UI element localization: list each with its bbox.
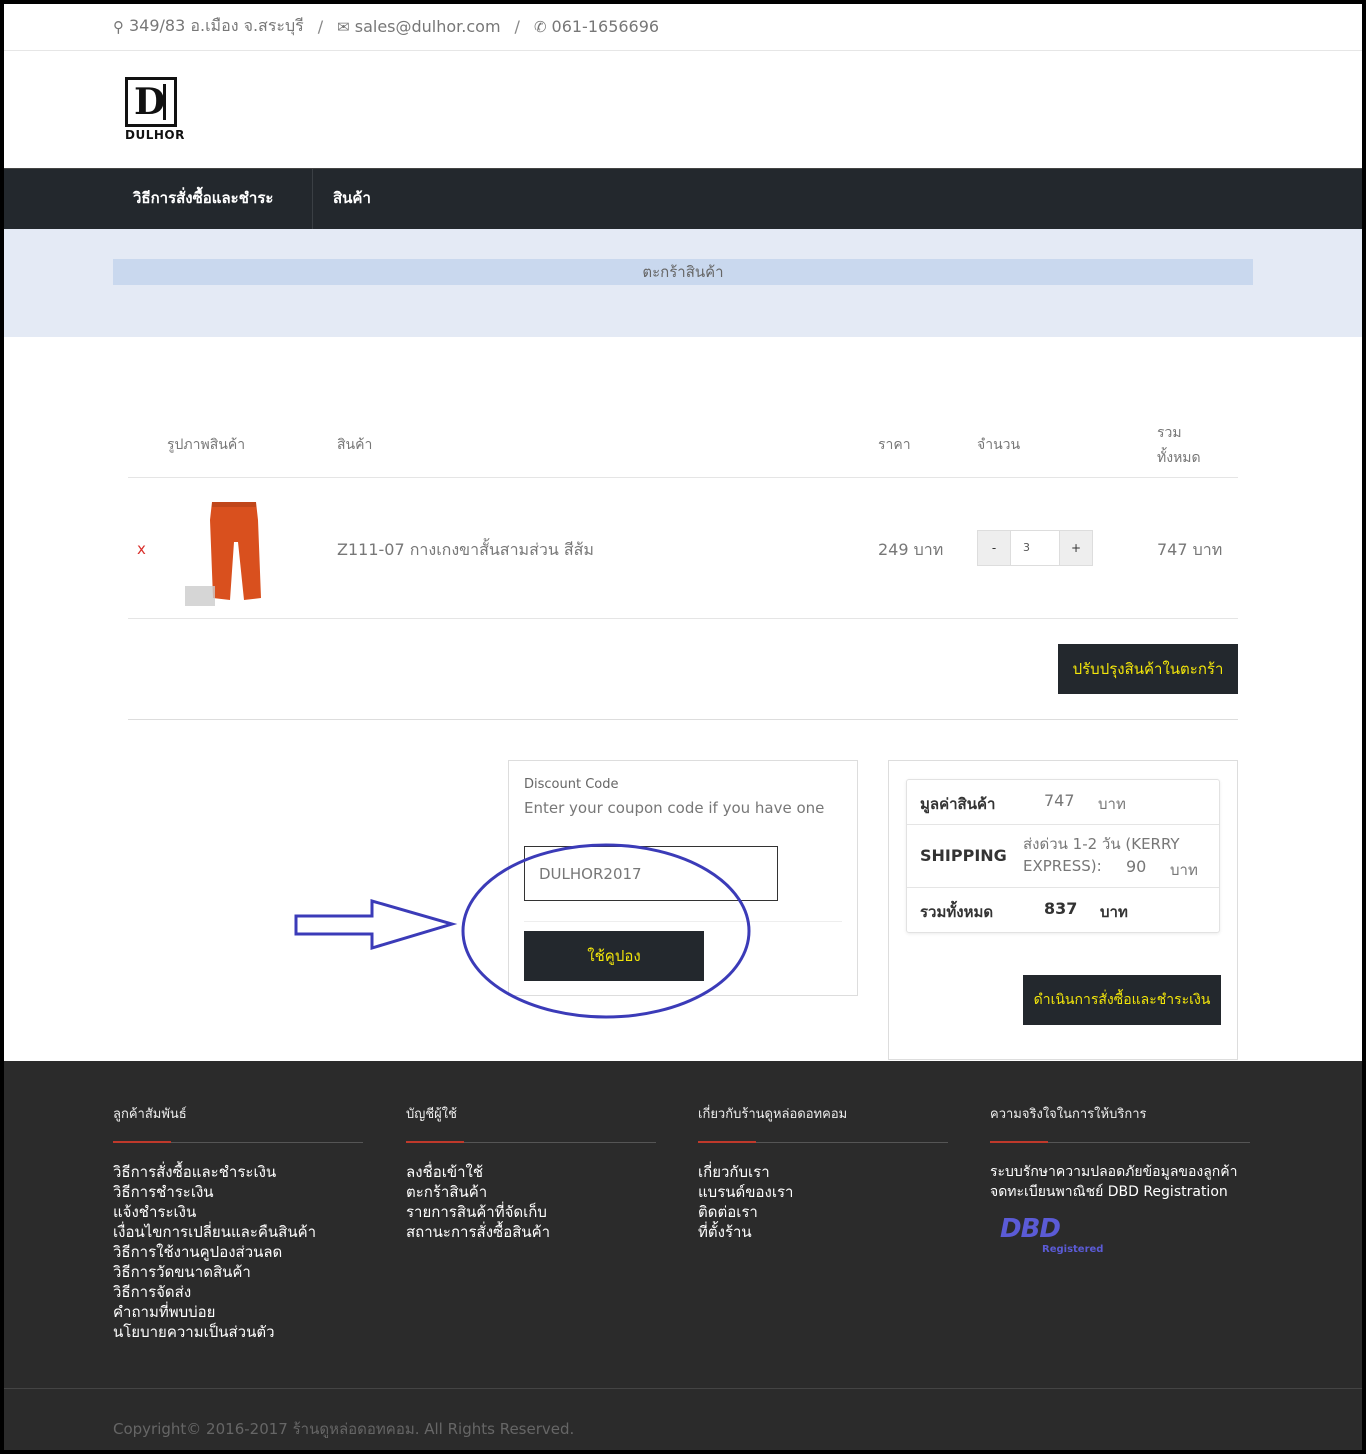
footer-link[interactable]: ติดต่อเรา bbox=[698, 1202, 948, 1222]
line-total: 747 บาท bbox=[1157, 540, 1223, 559]
checkout-button[interactable]: ดำเนินการสั่งซื้อและชำระเงิน bbox=[1023, 975, 1221, 1025]
address-text: 349/83 อ.เมือง จ.สระบุรี bbox=[129, 16, 304, 35]
coupon-label: Discount Code bbox=[524, 777, 619, 792]
footer-heading: ความจริงใจในการให้บริการ bbox=[990, 1103, 1250, 1143]
qty-input[interactable]: 3 bbox=[1011, 530, 1059, 566]
site-footer: ลูกค้าสัมพันธ์ วิธีการสั่งซื้อและชำระเงิ… bbox=[4, 1061, 1362, 1450]
footer-link[interactable]: นโยบายความเป็นส่วนตัว bbox=[113, 1322, 363, 1342]
footer-link[interactable]: วิธีการใช้งานคูปองส่วนลด bbox=[113, 1242, 363, 1262]
shipping-value: 90 bbox=[1126, 857, 1147, 876]
map-marker-icon: ⚲ bbox=[113, 17, 124, 36]
shipping-method-line2: EXPRESS): bbox=[1023, 857, 1102, 875]
total-label: รวมทั้งหมด bbox=[920, 903, 994, 921]
phone-link[interactable]: 061-1656696 bbox=[552, 17, 660, 36]
shipping-label: SHIPPING bbox=[920, 846, 1007, 865]
total-value: 837 bbox=[1044, 899, 1078, 918]
divider bbox=[524, 921, 842, 922]
footer-link[interactable]: ลงชื่อเข้าใช้ bbox=[406, 1162, 656, 1182]
apply-coupon-button[interactable]: ใช้คูปอง bbox=[524, 931, 704, 981]
copyright-text: Copyright© 2016-2017 ร้านดูหล่อดอทคอม. A… bbox=[113, 1420, 575, 1438]
envelope-icon: ✉ bbox=[337, 17, 350, 36]
qty-minus-button[interactable]: - bbox=[977, 530, 1011, 566]
header-price: ราคา bbox=[878, 437, 911, 453]
site-logo[interactable]: D DULHOR bbox=[125, 77, 185, 143]
footer-col-account: บัญชีผู้ใช้ ลงชื่อเข้าใช้ ตะกร้าสินค้า ร… bbox=[406, 1103, 656, 1242]
main-nav: วิธีการสั่งซื้อและชำระเงิน สินค้า bbox=[4, 168, 1362, 266]
footer-link[interactable]: เกี่ยวกับเรา bbox=[698, 1162, 948, 1182]
logo-mark: D bbox=[125, 77, 177, 127]
header-total-line1: รวม bbox=[1157, 425, 1182, 441]
qty-plus-button[interactable]: + bbox=[1059, 530, 1093, 566]
page: ⚲ 349/83 อ.เมือง จ.สระบุรี / ✉ sales@dul… bbox=[4, 4, 1362, 1450]
annotation-arrow-icon bbox=[294, 899, 458, 951]
footer-heading: ลูกค้าสัมพันธ์ bbox=[113, 1103, 363, 1143]
shipping-unit: บาท bbox=[1170, 861, 1198, 879]
email-link[interactable]: sales@dulhor.com bbox=[355, 17, 501, 36]
total-row: รวมทั้งหมด 837 บาท bbox=[907, 888, 1219, 932]
order-summary-panel: มูลค่าสินค้า 747 บาท SHIPPING ส่งด่วน 1-… bbox=[888, 760, 1238, 1060]
separator: / bbox=[317, 17, 324, 36]
separator: / bbox=[514, 17, 520, 36]
quantity-stepper: - 3 + bbox=[977, 530, 1093, 566]
shipping-method-line1: ส่งด่วน 1-2 วัน (KERRY bbox=[1023, 835, 1180, 853]
nav-item-products[interactable]: สินค้า bbox=[313, 169, 391, 230]
phone-icon: ✆ bbox=[533, 17, 547, 36]
page-banner: ตะกร้าสินค้า bbox=[4, 229, 1362, 337]
footer-link[interactable]: สถานะการสั่งซื้อสินค้า bbox=[406, 1222, 656, 1242]
totals-table: มูลค่าสินค้า 747 บาท SHIPPING ส่งด่วน 1-… bbox=[906, 779, 1220, 933]
coupon-input[interactable] bbox=[524, 846, 778, 901]
cart-table: รูปภาพสินค้า สินค้า ราคา จำนวน รวม ทั้งห… bbox=[128, 404, 1238, 619]
footer-link[interactable]: วิธีการวัดขนาดสินค้า bbox=[113, 1262, 363, 1282]
nav-item-how-to-order[interactable]: วิธีการสั่งซื้อและชำระเงิน bbox=[113, 169, 313, 266]
footer-link[interactable]: จดทะเบียนพาณิชย์ DBD Registration bbox=[990, 1182, 1250, 1202]
subtotal-label: มูลค่าสินค้า bbox=[920, 795, 996, 813]
dbd-badge[interactable]: DBD Registered bbox=[990, 1214, 1110, 1264]
footer-link[interactable]: แจ้งชำระเงิน bbox=[113, 1202, 363, 1222]
coupon-panel: Discount Code Enter your coupon code if … bbox=[508, 760, 858, 996]
page-title: ตะกร้าสินค้า bbox=[113, 259, 1253, 285]
header-image: รูปภาพสินค้า bbox=[167, 437, 246, 453]
logo-text: DULHOR bbox=[125, 128, 185, 142]
header-total-line2: ทั้งหมด bbox=[1157, 450, 1201, 466]
product-price: 249 บาท bbox=[878, 540, 944, 559]
header-qty: จำนวน bbox=[977, 437, 1021, 453]
header-product: สินค้า bbox=[337, 437, 373, 453]
footer-link[interactable]: ระบบรักษาความปลอดภัยข้อมูลของลูกค้า bbox=[990, 1162, 1250, 1182]
footer-link[interactable]: เงื่อนไขการเปลี่ยนและคืนสินค้า bbox=[113, 1222, 363, 1242]
product-thumbnail[interactable] bbox=[182, 490, 272, 610]
coupon-hint: Enter your coupon code if you have one bbox=[524, 799, 825, 817]
subtotal-unit: บาท bbox=[1098, 795, 1126, 813]
footer-link[interactable]: วิธีการสั่งซื้อและชำระเงิน bbox=[113, 1162, 363, 1182]
footer-link[interactable]: รายการสินค้าที่จัดเก็บ bbox=[406, 1202, 656, 1222]
footer-col-customer: ลูกค้าสัมพันธ์ วิธีการสั่งซื้อและชำระเงิ… bbox=[113, 1103, 363, 1342]
footer-link[interactable]: วิธีการจัดส่ง bbox=[113, 1282, 363, 1302]
footer-heading: บัญชีผู้ใช้ bbox=[406, 1103, 656, 1143]
subtotal-value: 747 bbox=[1044, 791, 1075, 810]
footer-heading: เกี่ยวกับร้านดูหล่อดอทคอม bbox=[698, 1103, 948, 1143]
footer-col-about: เกี่ยวกับร้านดูหล่อดอทคอม เกี่ยวกับเรา แ… bbox=[698, 1103, 948, 1242]
footer-col-trust: ความจริงใจในการให้บริการ ระบบรักษาความปล… bbox=[990, 1103, 1250, 1264]
top-bar: ⚲ 349/83 อ.เมือง จ.สระบุรี / ✉ sales@dul… bbox=[4, 4, 1362, 51]
footer-link[interactable]: วิธีการชำระเงิน bbox=[113, 1182, 363, 1202]
shipping-row: SHIPPING ส่งด่วน 1-2 วัน (KERRY EXPRESS)… bbox=[907, 825, 1219, 888]
footer-link[interactable]: คำถามที่พบบ่อย bbox=[113, 1302, 363, 1322]
footer-link[interactable]: แบรนด์ของเรา bbox=[698, 1182, 948, 1202]
footer-link[interactable]: ที่ตั้งร้าน bbox=[698, 1222, 948, 1242]
total-unit: บาท bbox=[1100, 903, 1128, 921]
divider bbox=[128, 719, 1238, 720]
footer-link[interactable]: ตะกร้าสินค้า bbox=[406, 1182, 656, 1202]
product-name-link[interactable]: Z111-07 กางเกงขาสั้นสามส่วน สีส้ม bbox=[337, 538, 594, 563]
subtotal-row: มูลค่าสินค้า 747 บาท bbox=[907, 780, 1219, 825]
table-row: x Z111-07 กางเกงขาสั้นสามส่วน สีส้ม 249 … bbox=[128, 478, 1238, 619]
update-cart-button[interactable]: ปรับปรุงสินค้าในตะกร้า bbox=[1058, 644, 1238, 694]
cart-table-header: รูปภาพสินค้า สินค้า ราคา จำนวน รวม ทั้งห… bbox=[128, 404, 1238, 478]
remove-item-button[interactable]: x bbox=[137, 540, 146, 558]
divider bbox=[4, 1388, 1362, 1389]
